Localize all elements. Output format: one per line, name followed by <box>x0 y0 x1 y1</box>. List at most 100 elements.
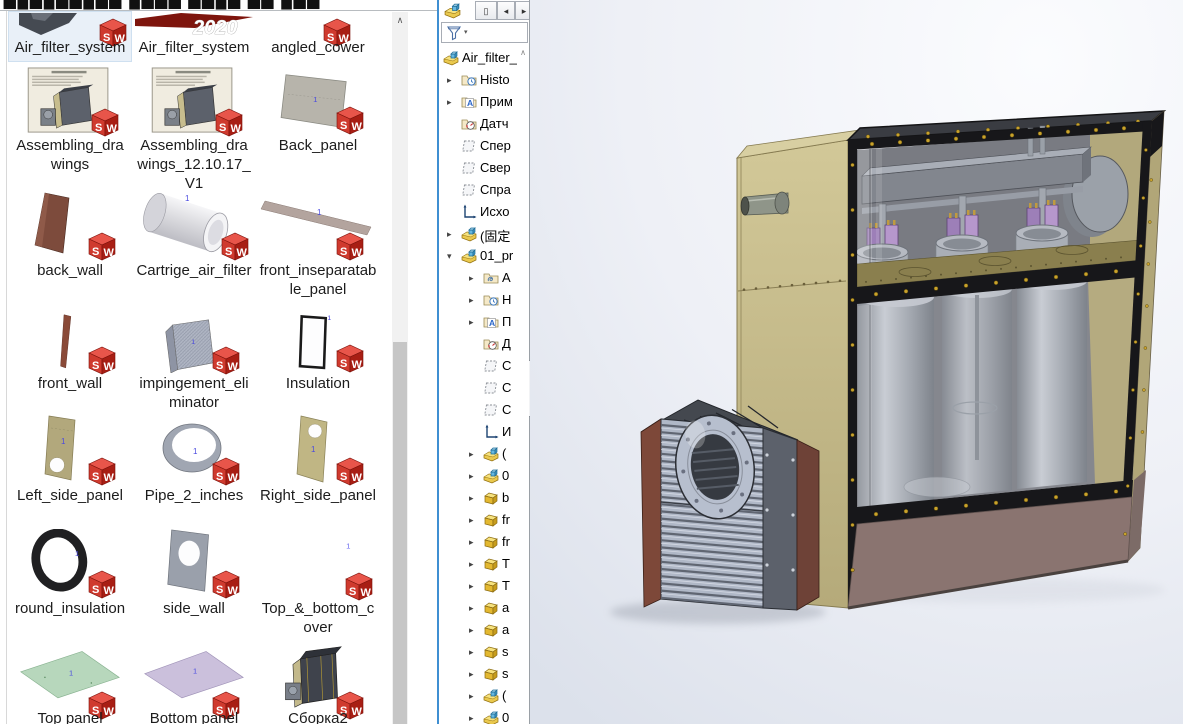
tree-item[interactable]: Д <box>440 333 534 355</box>
tree-item[interactable]: Спер <box>440 135 534 157</box>
tree-item[interactable]: ▸s <box>440 663 534 685</box>
tree-item[interactable]: ▸A <box>440 267 534 289</box>
file-item[interactable]: SWback_wall <box>11 189 129 307</box>
expand-closed-icon[interactable]: ▸ <box>469 493 474 504</box>
expand-closed-icon[interactable]: ▸ <box>469 273 474 284</box>
expand-closed-icon[interactable]: ▸ <box>447 229 452 240</box>
expand-closed-icon[interactable]: ▸ <box>469 559 474 570</box>
tree-item[interactable]: ▸AПрим <box>440 91 534 113</box>
tree-item[interactable]: Свер <box>440 157 534 179</box>
file-item[interactable]: SWfront_wall <box>11 313 129 420</box>
file-item[interactable]: 1SWLeft_side_panel <box>11 414 129 532</box>
tree-item[interactable]: Исхо <box>440 201 534 223</box>
viewport[interactable] <box>530 0 1183 724</box>
expand-closed-icon[interactable]: ▸ <box>447 97 452 108</box>
expand-closed-icon[interactable]: ▸ <box>469 581 474 592</box>
tree-scroll-up-icon[interactable]: ∧ <box>517 47 529 59</box>
tree-item[interactable]: ▸0 <box>440 465 534 487</box>
panel-left-edge <box>6 11 7 724</box>
scrollbar-thumb[interactable] <box>393 342 407 724</box>
tree-item[interactable]: ▾01_pr <box>440 245 534 267</box>
tree-item[interactable]: С <box>440 355 534 377</box>
tree-item[interactable]: Датч <box>440 113 534 135</box>
solidworks-badge-icon: SW <box>209 343 243 377</box>
file-item[interactable]: 1SWround_insulation <box>11 529 129 645</box>
expand-closed-icon[interactable]: ▸ <box>447 75 452 86</box>
solidworks-badge: SW <box>85 229 119 263</box>
tree-item[interactable]: ▸( <box>440 685 534 707</box>
file-item[interactable]: 1SWBack_panel <box>259 67 377 182</box>
tree-item[interactable]: ▸a <box>440 597 534 619</box>
tree-item[interactable]: ▸T <box>440 553 534 575</box>
tree-item[interactable]: ▸(固定 <box>440 223 534 245</box>
file-panel-scrollbar[interactable]: ∧ <box>392 12 408 724</box>
expand-closed-icon[interactable]: ▸ <box>469 691 474 702</box>
3d-model-air-filter-assembly[interactable] <box>530 0 1183 724</box>
expand-closed-icon[interactable]: ▸ <box>469 317 474 328</box>
filter-funnel-icon[interactable] <box>446 25 462 41</box>
assembly-icon <box>461 226 477 242</box>
tree-item[interactable]: ▸fr <box>440 531 534 553</box>
expand-closed-icon[interactable]: ▸ <box>469 603 474 614</box>
file-item[interactable]: SWAssembling_drawings <box>11 67 129 182</box>
part-icon <box>483 556 499 572</box>
file-item[interactable]: 1SWPipe_2_inches <box>135 414 253 532</box>
file-item[interactable]: SWAssembling_drawings_12.10.17_V1 <box>135 67 253 182</box>
file-item[interactable]: 1SWTop_&_bottom_cover <box>259 529 377 645</box>
svg-text:W: W <box>352 472 363 484</box>
file-item[interactable]: 1SWCartrige_air_filter <box>135 189 253 307</box>
file-explorer-panel[interactable]: SWAir_filter_system2020Air_filter_system… <box>0 10 437 724</box>
tree-item[interactable]: С <box>440 399 534 421</box>
svg-text:W: W <box>352 247 363 259</box>
tree-item[interactable]: ▸H <box>440 289 534 311</box>
svg-text:1: 1 <box>317 208 322 217</box>
scrollbar-up-icon[interactable]: ∧ <box>392 12 408 28</box>
file-item[interactable]: SWСборка2 <box>259 644 377 724</box>
file-item[interactable]: 1SWBottom panel <box>135 644 253 724</box>
tree-item[interactable]: ▸b <box>440 487 534 509</box>
file-item[interactable]: 1SWInsulation <box>259 313 377 420</box>
featuremanager-tab-icon[interactable] <box>444 2 461 19</box>
file-item[interactable]: SWside_wall <box>135 529 253 645</box>
tree-item[interactable]: Спра <box>440 179 534 201</box>
tree-item-label: 0 <box>502 468 509 483</box>
svg-text:W: W <box>228 585 239 597</box>
solidworks-badge: SW <box>218 229 252 263</box>
tree-filter-box[interactable]: ▾ <box>441 22 528 43</box>
expand-closed-icon[interactable]: ▸ <box>469 295 474 306</box>
expand-closed-icon[interactable]: ▸ <box>469 449 474 460</box>
tree-item[interactable]: ▸( <box>440 443 534 465</box>
file-item[interactable]: 1SWimpingement_eliminator <box>135 313 253 420</box>
tab-scroll-left-button[interactable]: ◂ <box>497 1 515 20</box>
tree-item-label: Прим <box>480 94 513 109</box>
tree-item[interactable]: ▸a <box>440 619 534 641</box>
tree-item[interactable]: ▸AП <box>440 311 534 333</box>
file-item-label: Air_filter_system <box>135 38 253 57</box>
tree-item[interactable]: И <box>440 421 534 443</box>
file-item-label: front_inseparatable_panel <box>259 261 377 299</box>
expand-open-icon[interactable]: ▾ <box>447 251 452 262</box>
expand-closed-icon[interactable]: ▸ <box>469 537 474 548</box>
svg-text:1: 1 <box>313 95 317 104</box>
tab-splitter-button[interactable]: ▯ <box>475 1 497 20</box>
expand-closed-icon[interactable]: ▸ <box>469 471 474 482</box>
expand-closed-icon[interactable]: ▸ <box>469 713 474 724</box>
expand-closed-icon[interactable]: ▸ <box>469 625 474 636</box>
expand-closed-icon[interactable]: ▸ <box>469 647 474 658</box>
tree-item[interactable]: ▸fr <box>440 509 534 531</box>
expand-closed-icon[interactable]: ▸ <box>469 515 474 526</box>
assembly-icon <box>483 446 499 462</box>
file-item[interactable]: 1SWRight_side_panel <box>259 414 377 532</box>
tree-item[interactable]: ▸s <box>440 641 534 663</box>
tree-item[interactable]: ▸0 <box>440 707 534 724</box>
tree-item[interactable]: ▸T <box>440 575 534 597</box>
tree-item[interactable]: ▸Histo <box>440 69 534 91</box>
expand-closed-icon[interactable]: ▸ <box>469 669 474 680</box>
feature-tree-panel[interactable]: ▯ ◂ ▸ ▾ Air_filter_▸Histo▸AПримДатчСперС… <box>440 0 534 724</box>
filter-dropdown-icon[interactable]: ▾ <box>464 28 468 36</box>
file-item[interactable]: 1SWfront_inseparatable_panel <box>259 189 377 307</box>
file-item[interactable]: 1SWTop panel <box>11 644 129 724</box>
tree-item[interactable]: С <box>440 377 534 399</box>
solidworks-badge: SW <box>333 103 367 137</box>
tree-item-label: T <box>502 556 510 571</box>
